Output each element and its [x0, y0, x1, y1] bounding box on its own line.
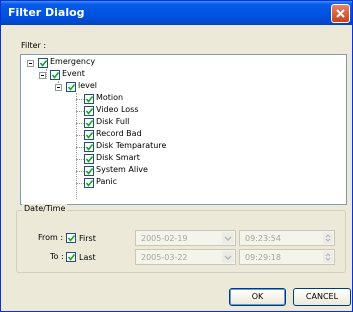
tree-item-record-bad[interactable]: Record Bad	[76, 129, 216, 141]
to-time-value: 09:29:18	[245, 253, 281, 262]
tree-item-disk-temparature[interactable]: Disk Temparature	[76, 141, 216, 153]
tree-connector	[76, 99, 84, 100]
tree-connector	[76, 183, 84, 184]
from-date-select[interactable]: 2005-02-19	[135, 230, 236, 246]
video-loss-checkbox[interactable]	[84, 106, 94, 116]
tree-node-event[interactable]: Event	[37, 69, 137, 81]
close-button[interactable]	[331, 4, 350, 23]
chevron-down-icon[interactable]	[222, 232, 234, 244]
tree-item-motion[interactable]: Motion	[76, 93, 216, 105]
to-date-value: 2005-03-22	[141, 253, 188, 262]
to-date-select[interactable]: 2005-03-22	[135, 249, 236, 265]
checkmark-icon	[39, 60, 48, 67]
record-bad-checkbox[interactable]	[84, 130, 94, 140]
from-date-value: 2005-02-19	[141, 234, 188, 243]
last-label: Last	[79, 253, 96, 262]
disk-full-checkbox[interactable]	[84, 118, 94, 128]
checkmark-icon	[85, 96, 94, 103]
panic-checkbox[interactable]	[84, 178, 94, 188]
tree-item-disk-smart[interactable]: Disk Smart	[76, 153, 216, 165]
checkmark-icon	[67, 254, 76, 261]
tree-connector	[76, 123, 84, 124]
level-checkbox[interactable]	[66, 82, 76, 92]
tree-item-video-loss[interactable]: Video Loss	[76, 105, 216, 117]
spinner-icon[interactable]	[323, 251, 333, 263]
tree-connector	[76, 111, 84, 112]
checkmark-icon	[85, 180, 94, 187]
collapse-icon[interactable]	[55, 84, 62, 91]
checkmark-icon	[85, 168, 94, 175]
checkmark-icon	[85, 108, 94, 115]
tree-label: Disk Temparature	[96, 141, 167, 150]
close-icon	[336, 9, 345, 18]
tree-label: Disk Smart	[96, 153, 140, 162]
tree-connector	[76, 159, 84, 160]
motion-checkbox[interactable]	[84, 94, 94, 104]
event-checkbox[interactable]	[50, 70, 60, 80]
to-label: To :	[50, 252, 64, 261]
disk-smart-checkbox[interactable]	[84, 154, 94, 164]
last-checkbox[interactable]	[66, 252, 76, 262]
collapse-icon[interactable]	[39, 72, 46, 79]
checkmark-icon	[67, 235, 76, 242]
checkmark-icon	[85, 156, 94, 163]
checkmark-icon	[85, 120, 94, 127]
chevron-down-icon[interactable]	[222, 251, 234, 263]
checkmark-icon	[51, 72, 60, 79]
tree-item-panic[interactable]: Panic	[76, 177, 216, 189]
tree-label: Panic	[96, 177, 118, 186]
tree-label: Motion	[96, 93, 124, 102]
filter-tree[interactable]: Emergency Event level Motion Video Loss …	[20, 54, 347, 205]
from-time-value: 09:23:54	[245, 234, 281, 243]
from-time-field[interactable]: 09:23:54	[239, 230, 335, 246]
collapse-icon[interactable]	[27, 60, 34, 67]
system-alive-checkbox[interactable]	[84, 166, 94, 176]
tree-item-disk-full[interactable]: Disk Full	[76, 117, 216, 129]
tree-label: Disk Full	[96, 117, 130, 126]
first-checkbox[interactable]	[66, 233, 76, 243]
window-title: Filter Dialog	[8, 6, 85, 19]
tree-label: Record Bad	[96, 129, 142, 138]
filter-dialog-window: Filter Dialog Filter : Emergency Event l…	[0, 0, 353, 312]
ok-button[interactable]: OK	[229, 288, 286, 306]
cancel-button[interactable]: CANCEL	[293, 288, 351, 306]
spinner-icon[interactable]	[323, 232, 333, 244]
datetime-group-label: Date/Time	[22, 204, 68, 213]
tree-item-system-alive[interactable]: System Alive	[76, 165, 216, 177]
to-time-field[interactable]: 09:29:18	[239, 249, 335, 265]
tree-label: System Alive	[96, 165, 148, 174]
tree-label: Emergency	[50, 57, 96, 66]
tree-label: Event	[62, 69, 85, 78]
tree-node-emergency[interactable]: Emergency	[25, 57, 125, 69]
filter-label: Filter :	[21, 41, 47, 50]
first-label: First	[79, 234, 96, 243]
tree-connector	[76, 171, 84, 172]
checkmark-icon	[85, 132, 94, 139]
tree-label: level	[78, 81, 98, 90]
tree-connector	[76, 147, 84, 148]
title-bar[interactable]: Filter Dialog	[1, 1, 352, 25]
tree-connector	[76, 135, 84, 136]
tree-node-level[interactable]: level	[55, 81, 155, 93]
disk-temparature-checkbox[interactable]	[84, 142, 94, 152]
emergency-checkbox[interactable]	[38, 58, 48, 68]
tree-label: Video Loss	[96, 105, 139, 114]
checkmark-icon	[85, 144, 94, 151]
checkmark-icon	[67, 84, 76, 91]
from-label: From :	[38, 233, 64, 242]
